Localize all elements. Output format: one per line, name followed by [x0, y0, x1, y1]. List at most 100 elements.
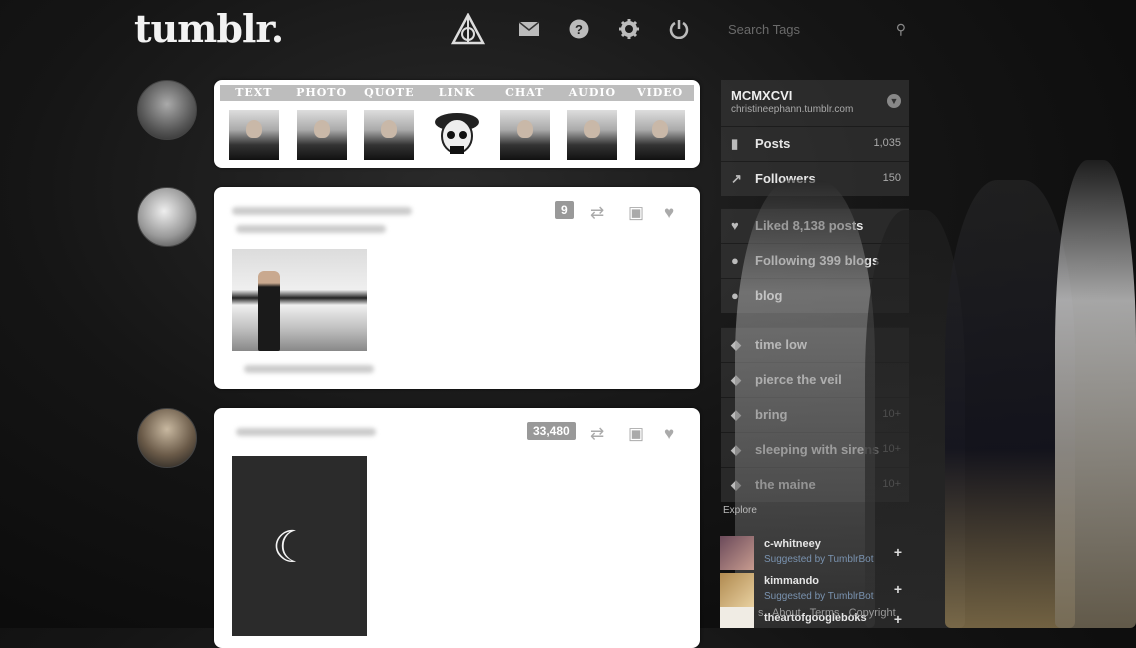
- post-photo[interactable]: [232, 249, 367, 351]
- svg-text:?: ?: [575, 22, 583, 37]
- avatar[interactable]: [720, 607, 754, 628]
- power-icon[interactable]: [661, 10, 697, 48]
- gear-icon[interactable]: [611, 10, 647, 48]
- tag-icon: ◆: [731, 337, 741, 352]
- photo-post-thumbnail[interactable]: [296, 110, 347, 160]
- suggested-username[interactable]: kimmando: [764, 575, 819, 587]
- suggested-blog[interactable]: c-whitneey Suggested by TumblrBot +: [720, 536, 908, 570]
- document-icon: ▮: [731, 136, 739, 151]
- blog-header[interactable]: MCMXCVI christineephann.tumblr.com ▼: [721, 80, 909, 126]
- post-type-quote[interactable]: QUOTE: [355, 85, 423, 101]
- suggested-blog[interactable]: kimmando Suggested by TumblrBot +: [720, 573, 908, 607]
- dashboard-post: 9 ⇄ ▣ ♥: [214, 187, 700, 389]
- blog-sidebar: MCMXCVI christineephann.tumblr.com ▼ ▮ P…: [721, 80, 909, 196]
- explore-label[interactable]: Explore: [723, 505, 757, 516]
- blog-url: christineephann.tumblr.com: [731, 104, 854, 115]
- blog-name: MCMXCVI: [731, 88, 793, 103]
- sidebar-item-followers[interactable]: ↗ Followers 150: [721, 161, 909, 196]
- tag-item[interactable]: ◆ bring 10+: [721, 397, 909, 432]
- reblog-icon[interactable]: ⇄: [590, 203, 604, 223]
- search-input[interactable]: [722, 18, 894, 41]
- tumblr-logo[interactable]: tumblr.: [134, 6, 284, 51]
- suggested-by: Suggested by TumblrBot: [764, 554, 874, 565]
- sidebar-item-posts[interactable]: ▮ Posts 1,035: [721, 126, 909, 161]
- quote-post-thumbnail[interactable]: [364, 110, 415, 160]
- sidebar-item-label: Following 399 blogs: [755, 253, 880, 268]
- avatar[interactable]: [137, 80, 197, 140]
- blurred-caption: [236, 225, 386, 233]
- search-icon[interactable]: ⚲: [896, 21, 906, 38]
- footer-link-about[interactable]: About: [772, 607, 801, 619]
- sidebar-item-blog[interactable]: ● blog: [721, 278, 909, 313]
- tracked-tags: ◆ time low ◆ pierce the veil ◆ bring 10+…: [721, 327, 909, 502]
- footer-link-copyright[interactable]: Copyright: [849, 607, 896, 619]
- sidebar-item-label: blog: [755, 288, 783, 303]
- tag-count: 10+: [882, 408, 901, 420]
- video-post-thumbnail[interactable]: [635, 110, 686, 160]
- deathly-hallows-icon[interactable]: [450, 10, 486, 48]
- post-type-bar: TEXT PHOTO QUOTE LINK CHAT AUDIO VIDEO: [214, 80, 700, 168]
- post-type-audio[interactable]: AUDIO: [559, 85, 627, 101]
- heart-icon: ♥: [731, 218, 739, 233]
- mail-icon[interactable]: [511, 10, 547, 48]
- tag-count: 10+: [882, 478, 901, 490]
- tag-label: sleeping with sirens: [755, 442, 880, 457]
- avatar[interactable]: [720, 573, 754, 607]
- text-post-thumbnail[interactable]: [228, 110, 279, 160]
- heart-icon[interactable]: ♥: [664, 424, 674, 444]
- footer-link-terms[interactable]: Terms: [810, 607, 840, 619]
- post-type-labels: TEXT PHOTO QUOTE LINK CHAT AUDIO VIDEO: [220, 85, 694, 101]
- tag-label: time low: [755, 337, 808, 352]
- avatar[interactable]: [137, 408, 197, 468]
- suggested-by: Suggested by TumblrBot: [764, 591, 874, 602]
- post-type-text[interactable]: TEXT: [220, 85, 288, 101]
- posts-count: 1,035: [873, 137, 901, 149]
- note-count[interactable]: 33,480: [527, 422, 576, 440]
- sidebar-item-liked[interactable]: ♥ Liked 8,138 posts: [721, 208, 909, 243]
- camera-icon[interactable]: ▣: [628, 424, 644, 444]
- post-type-photo[interactable]: PHOTO: [288, 85, 356, 101]
- sidebar-item-label: Liked 8,138 posts: [755, 218, 864, 233]
- tag-item[interactable]: ◆ the maine 10+: [721, 467, 909, 502]
- blurred-header: [232, 207, 412, 215]
- post-type-video[interactable]: VIDEO: [626, 85, 694, 101]
- post-photo[interactable]: ☾: [232, 456, 367, 636]
- reblog-icon[interactable]: ⇄: [590, 424, 604, 444]
- post-type-chat[interactable]: CHAT: [491, 85, 559, 101]
- chart-icon: ↗: [731, 171, 742, 186]
- sidebar-item-label: Followers: [755, 171, 816, 186]
- post-type-link[interactable]: LINK: [423, 85, 491, 101]
- blurred-footer: [244, 365, 374, 373]
- heart-icon[interactable]: ♥: [664, 203, 674, 223]
- search-box: ⚲: [722, 18, 910, 44]
- note-count[interactable]: 9: [555, 201, 574, 219]
- avatar[interactable]: [720, 536, 754, 570]
- person-icon: ●: [731, 288, 739, 303]
- sidebar-item-label: Posts: [755, 136, 791, 151]
- tag-label: pierce the veil: [755, 372, 842, 387]
- sidebar-item-following[interactable]: ● Following 399 blogs: [721, 243, 909, 278]
- chevron-down-icon[interactable]: ▼: [887, 94, 901, 108]
- camera-icon[interactable]: ▣: [628, 203, 644, 223]
- avatar[interactable]: [137, 187, 197, 247]
- follow-plus-icon[interactable]: +: [894, 544, 902, 560]
- audio-post-thumbnail[interactable]: [567, 110, 618, 160]
- moon-icon: ☾: [272, 522, 312, 573]
- tag-icon: ◆: [731, 372, 741, 387]
- footer-link[interactable]: s: [758, 607, 764, 619]
- tag-icon: ◆: [731, 442, 741, 457]
- tag-icon: ◆: [731, 477, 741, 492]
- tag-item[interactable]: ◆ pierce the veil: [721, 362, 909, 397]
- chat-post-thumbnail[interactable]: [499, 110, 550, 160]
- blurred-header: [236, 428, 376, 436]
- post-type-thumbnails: [220, 110, 694, 160]
- tag-item[interactable]: ◆ sleeping with sirens 10+: [721, 432, 909, 467]
- tag-item[interactable]: ◆ time low: [721, 327, 909, 362]
- skull-thumbnail[interactable]: [431, 110, 482, 160]
- person-icon: ●: [731, 253, 739, 268]
- person-figure: [258, 271, 280, 351]
- suggested-username[interactable]: c-whitneey: [764, 538, 821, 550]
- follow-plus-icon[interactable]: +: [894, 581, 902, 597]
- tag-label: the maine: [755, 477, 816, 492]
- help-icon[interactable]: ?: [561, 10, 597, 48]
